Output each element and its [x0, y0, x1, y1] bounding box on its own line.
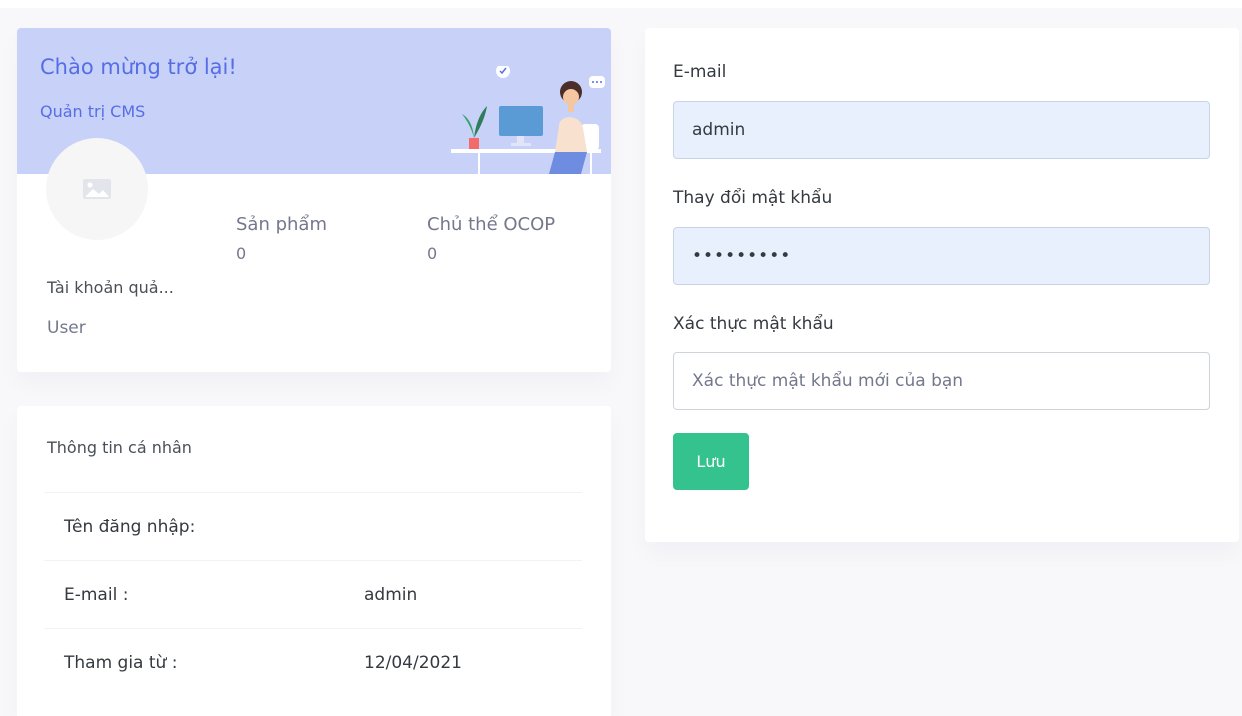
account-role: User — [47, 318, 86, 338]
stat-products-label: Sản phẩm — [236, 214, 327, 235]
stat-ocop-value: 0 — [427, 244, 438, 263]
info-row-joined: Tham gia từ : 12/04/2021 — [44, 628, 582, 696]
personal-info-card: Thông tin cá nhân Tên đăng nhập: E-mail … — [17, 406, 611, 716]
account-name: Tài khoản quả... — [47, 278, 174, 297]
info-title: Thông tin cá nhân — [47, 438, 192, 457]
stat-ocop-label: Chủ thể OCOP — [427, 214, 556, 235]
profile-card: Chào mừng trở lại! Quản trị CMS Sản phẩm… — [17, 28, 611, 372]
save-button[interactable]: Lưu — [673, 433, 749, 490]
image-placeholder-icon — [83, 179, 111, 199]
account-form-card: E-mail Thay đổi mật khẩu Xác thực mật kh… — [645, 28, 1239, 542]
stat-products-value: 0 — [236, 244, 247, 263]
info-label: Tên đăng nhập: — [64, 517, 196, 537]
info-value: admin — [364, 585, 418, 605]
confirm-password-field[interactable] — [673, 352, 1210, 410]
welcome-title: Chào mừng trở lại! — [40, 55, 237, 79]
password-label: Thay đổi mật khẩu — [673, 188, 833, 208]
info-label: Tham gia từ : — [64, 653, 178, 673]
office-illustration — [451, 66, 605, 174]
info-label: E-mail : — [64, 585, 129, 605]
avatar — [46, 138, 148, 240]
password-field[interactable] — [673, 227, 1210, 285]
confirm-password-label: Xác thực mật khẩu — [673, 314, 834, 334]
info-value: 12/04/2021 — [364, 653, 462, 673]
email-label: E-mail — [673, 62, 727, 82]
email-field[interactable] — [673, 101, 1210, 159]
info-row-username: Tên đăng nhập: — [44, 492, 582, 560]
welcome-subtitle: Quản trị CMS — [40, 102, 146, 121]
info-row-email: E-mail : admin — [44, 560, 582, 628]
